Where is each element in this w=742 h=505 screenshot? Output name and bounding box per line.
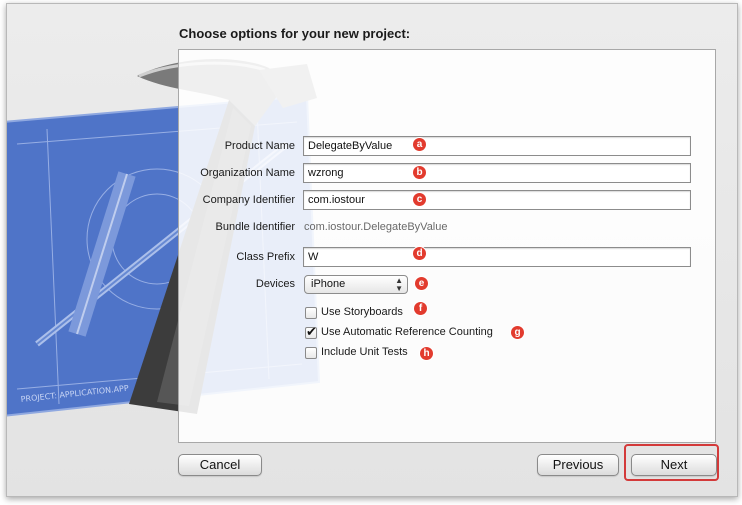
class-prefix-field[interactable]: W bbox=[303, 247, 691, 267]
options-panel bbox=[178, 49, 716, 443]
previous-button[interactable]: Previous bbox=[537, 454, 619, 476]
product-name-label: Product Name bbox=[224, 140, 295, 152]
company-identifier-label: Company Identifier bbox=[202, 194, 295, 206]
organization-name-field[interactable]: wzrong bbox=[303, 163, 691, 183]
next-button-highlight bbox=[624, 444, 719, 481]
devices-label: Devices bbox=[255, 278, 295, 290]
annotation-badge-c: c bbox=[413, 193, 426, 206]
chevron-updown-icon: ▲ ▼ bbox=[395, 276, 403, 293]
arc-label: Use Automatic Reference Counting bbox=[321, 326, 493, 338]
dialog-title: Choose options for your new project: bbox=[179, 26, 411, 41]
storyboards-label: Use Storyboards bbox=[321, 306, 403, 318]
arc-checkbox[interactable]: ✔ bbox=[305, 324, 317, 339]
product-name-field[interactable]: DelegateByValue bbox=[303, 136, 691, 156]
annotation-badge-h: h bbox=[420, 347, 433, 360]
annotation-badge-d: d bbox=[413, 247, 426, 260]
bundle-identifier-label: Bundle Identifier bbox=[215, 221, 296, 233]
devices-select-value: iPhone bbox=[311, 278, 346, 290]
storyboards-checkbox[interactable] bbox=[305, 307, 317, 319]
organization-name-label: Organization Name bbox=[200, 167, 295, 179]
class-prefix-label: Class Prefix bbox=[236, 251, 295, 263]
annotation-badge-e: e bbox=[415, 277, 428, 290]
cancel-button[interactable]: Cancel bbox=[178, 454, 262, 476]
company-identifier-field[interactable]: com.iostour bbox=[303, 190, 691, 210]
annotation-badge-g: g bbox=[511, 326, 524, 339]
annotation-badge-a: a bbox=[413, 138, 426, 151]
bundle-identifier-value: com.iostour.DelegateByValue bbox=[304, 221, 448, 233]
annotation-badge-f: f bbox=[414, 302, 427, 315]
devices-select[interactable]: iPhone ▲ ▼ bbox=[304, 275, 408, 294]
annotation-badge-b: b bbox=[413, 166, 426, 179]
checkmark-icon: ✔ bbox=[306, 324, 317, 339]
new-project-dialog: PROJECT: APPLICATION.APP Choose options … bbox=[6, 3, 738, 497]
unit-tests-checkbox[interactable] bbox=[305, 347, 317, 359]
unit-tests-label: Include Unit Tests bbox=[321, 346, 408, 358]
